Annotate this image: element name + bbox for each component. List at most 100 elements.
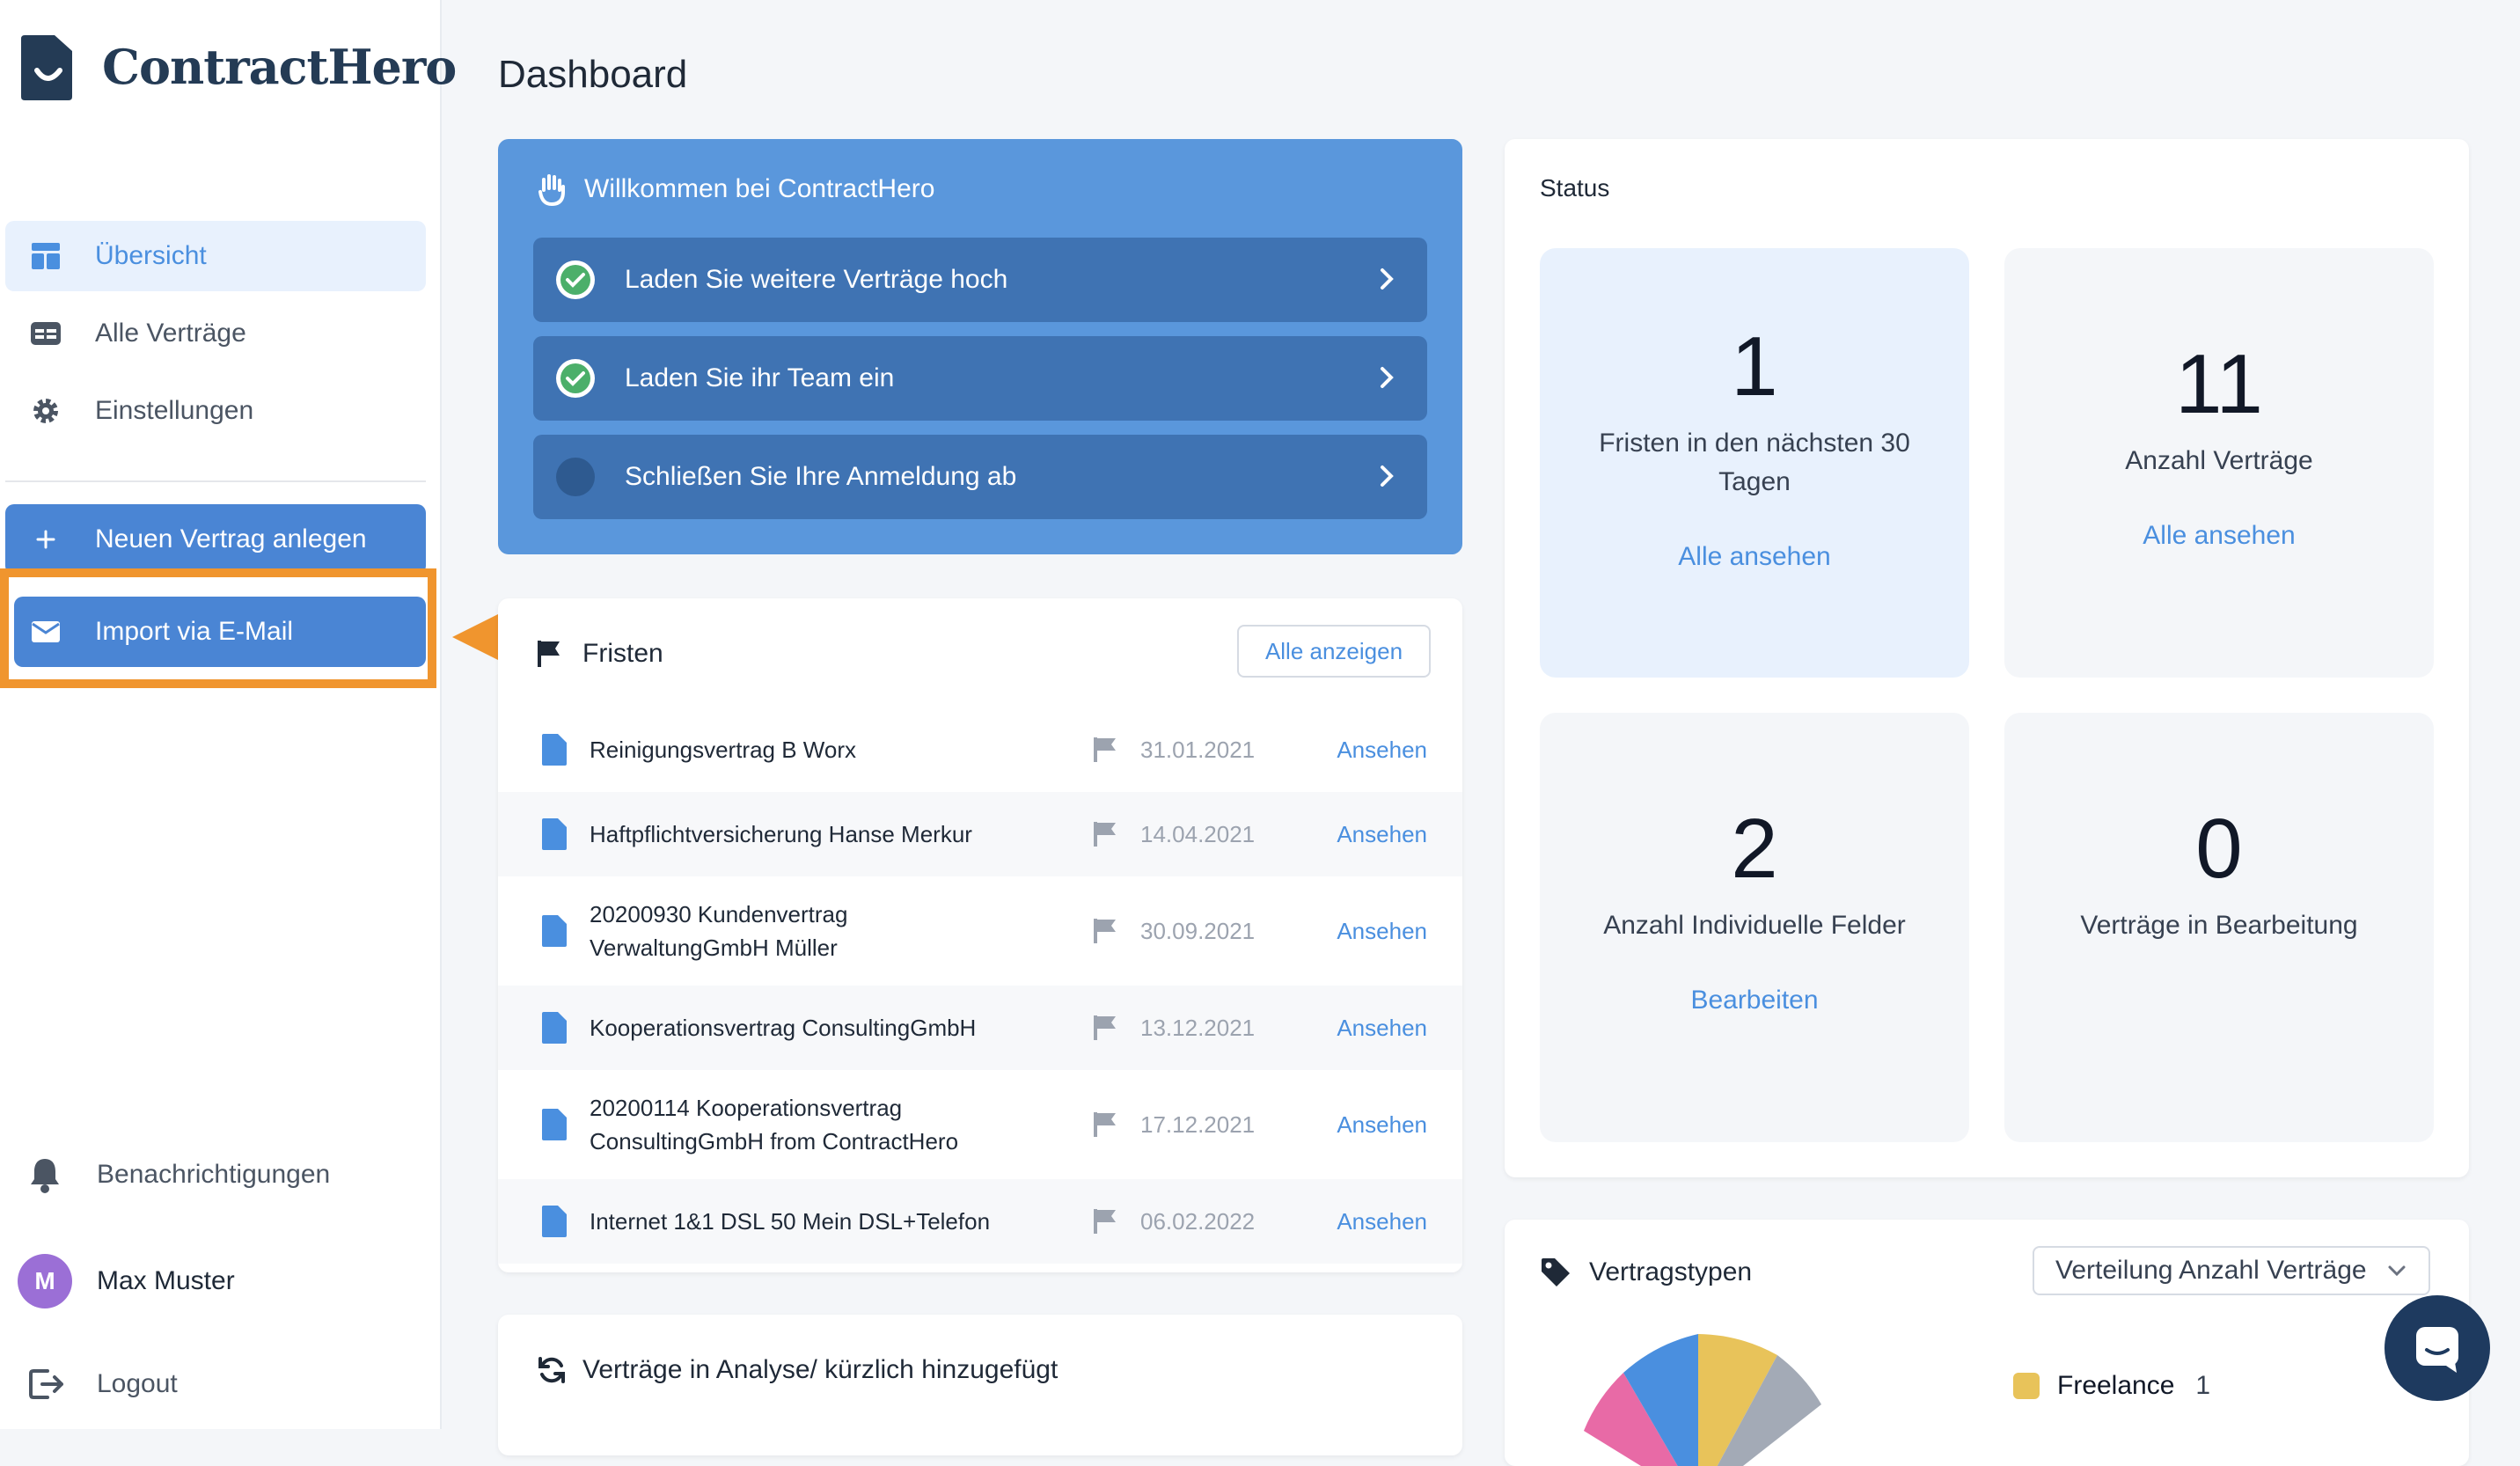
status-value: 11	[2175, 337, 2263, 431]
hand-wave-icon	[538, 174, 565, 206]
sidebar: ContractHero Übersicht Alle Verträge Ein…	[0, 0, 457, 1429]
task-label: Laden Sie ihr Team ein	[625, 363, 895, 392]
flag-icon	[1094, 822, 1116, 847]
notifications-link[interactable]: Benachrichtigungen	[28, 1156, 330, 1193]
analysis-title: Verträge in Analyse/ kürzlich hinzugefüg…	[582, 1355, 1059, 1384]
table-row[interactable]: Kooperationsvertrag ConsultingGmbH 13.12…	[498, 986, 1462, 1070]
flag-icon	[538, 641, 560, 667]
table-row[interactable]: Internet 1&1 DSL 50 Mein DSL+Telefon 06.…	[498, 1179, 1462, 1264]
page-title: Dashboard	[498, 53, 688, 96]
status-tile-contracts[interactable]: 11 Anzahl Verträge Alle ansehen	[2004, 248, 2434, 678]
task-finish-registration[interactable]: Schließen Sie Ihre Anmeldung ab	[533, 435, 1427, 519]
distribution-select[interactable]: Verteilung Anzahl Verträge	[2033, 1246, 2430, 1295]
check-circle-icon	[556, 359, 595, 398]
contract-types-pie-chart[interactable]	[1557, 1334, 1839, 1466]
welcome-title-text: Willkommen bei ContractHero	[584, 174, 935, 203]
logout-link[interactable]: Logout	[28, 1367, 178, 1401]
deadline-date: 31.01.2021	[1140, 736, 1256, 763]
view-all-link[interactable]: Alle ansehen	[2004, 521, 2434, 551]
sidebar-divider	[5, 480, 426, 482]
sidebar-item-label: Einstellungen	[95, 396, 254, 425]
contracts-list-icon	[28, 322, 63, 345]
contract-name-line1: 20200930 Kundenvertrag	[590, 901, 848, 927]
user-profile[interactable]: M Max Muster	[18, 1254, 235, 1308]
contract-types-header: Vertragstypen	[1540, 1257, 1752, 1288]
distribution-select-value: Verteilung Anzahl Verträge	[2055, 1256, 2367, 1285]
import-highlight-frame	[0, 568, 436, 688]
status-title: Status	[1540, 174, 1610, 202]
gear-icon	[28, 396, 63, 426]
chevron-right-icon	[1381, 465, 1394, 487]
document-icon	[542, 1206, 567, 1237]
table-row[interactable]: Reinigungsvertrag B Worx 31.01.2021 Anse…	[498, 707, 1462, 792]
legend-count: 1	[2195, 1371, 2211, 1400]
status-value: 2	[1731, 802, 1778, 896]
view-link[interactable]: Ansehen	[1337, 737, 1427, 764]
plus-icon	[28, 530, 63, 549]
contract-name: 20200930 Kundenvertrag VerwaltungGmbH Mül…	[590, 898, 847, 964]
view-link[interactable]: Ansehen	[1337, 1208, 1427, 1235]
contract-name: Haftpflichtversicherung Hanse Merkur	[590, 821, 972, 847]
analysis-card: Verträge in Analyse/ kürzlich hinzugefüg…	[498, 1315, 1462, 1455]
chat-launcher-button[interactable]	[2384, 1295, 2490, 1401]
view-link[interactable]: Ansehen	[1337, 1111, 1427, 1139]
sidebar-item-overview[interactable]: Übersicht	[5, 221, 426, 291]
logout-label: Logout	[97, 1369, 178, 1398]
new-contract-label: Neuen Vertrag anlegen	[95, 524, 367, 553]
deadline-date: 30.09.2021	[1140, 917, 1256, 944]
edit-link[interactable]: Bearbeiten	[1540, 986, 1969, 1015]
view-link[interactable]: Ansehen	[1337, 821, 1427, 848]
status-tile-deadlines[interactable]: 1 Fristen in den nächsten 30 Tagen Alle a…	[1540, 248, 1969, 678]
deadlines-header: Fristen	[537, 639, 663, 669]
status-tile-in-progress[interactable]: 0 Verträge in Bearbeitung	[2004, 713, 2434, 1142]
contract-name: Reinigungsvertrag B Worx	[590, 737, 856, 763]
flag-icon	[1094, 1112, 1116, 1137]
view-link[interactable]: Ansehen	[1337, 1015, 1427, 1042]
contract-types-title: Vertragstypen	[1589, 1257, 1753, 1286]
user-name: Max Muster	[97, 1266, 235, 1295]
deadline-date: 13.12.2021	[1140, 1014, 1256, 1041]
view-all-link[interactable]: Alle ansehen	[1540, 542, 1969, 572]
bell-icon	[31, 1159, 59, 1193]
document-icon	[542, 1109, 567, 1140]
document-icon	[542, 818, 567, 850]
welcome-title: Willkommen bei ContractHero	[537, 172, 934, 206]
task-upload-contracts[interactable]: Laden Sie weitere Verträge hoch	[533, 238, 1427, 322]
deadlines-title: Fristen	[582, 639, 663, 668]
flag-icon	[1094, 919, 1116, 943]
legend-label: Freelance	[2057, 1371, 2175, 1400]
chevron-down-icon	[2388, 1265, 2406, 1277]
contracthero-logo-icon	[21, 35, 72, 100]
contract-name-line2: VerwaltungGmbH Müller	[590, 935, 838, 961]
status-card: Status 1 Fristen in den nächsten 30 Tagen…	[1505, 139, 2469, 1177]
chat-icon	[2416, 1327, 2458, 1373]
document-icon	[542, 915, 567, 947]
table-row[interactable]: 20200930 Kundenvertrag VerwaltungGmbH Mül…	[498, 876, 1462, 986]
task-label: Laden Sie weitere Verträge hoch	[625, 265, 1008, 294]
tag-icon	[1542, 1258, 1570, 1286]
app-name: ContractHero	[102, 39, 457, 95]
status-tile-custom-fields[interactable]: 2 Anzahl Individuelle Felder Bearbeiten	[1540, 713, 1969, 1142]
task-invite-team[interactable]: Laden Sie ihr Team ein	[533, 336, 1427, 421]
logout-icon	[29, 1369, 63, 1399]
table-row[interactable]: 20200114 Kooperationsvertrag ConsultingGm…	[498, 1070, 1462, 1179]
new-contract-button[interactable]: Neuen Vertrag anlegen	[5, 504, 426, 575]
refresh-icon	[538, 1357, 565, 1383]
logo[interactable]: ContractHero	[19, 32, 457, 102]
flag-icon	[1094, 737, 1116, 762]
table-row[interactable]: Haftpflichtversicherung Hanse Merkur 14.…	[498, 792, 1462, 876]
status-value: 0	[2195, 802, 2243, 896]
flag-icon	[1094, 1209, 1116, 1234]
document-icon	[542, 1012, 567, 1044]
show-all-deadlines-button[interactable]: Alle anzeigen	[1237, 625, 1431, 678]
sidebar-item-settings[interactable]: Einstellungen	[5, 376, 426, 446]
status-label: Anzahl Verträge	[2125, 446, 2313, 475]
sidebar-item-all-contracts[interactable]: Alle Verträge	[5, 298, 426, 369]
contract-name-line1: 20200114 Kooperationsvertrag	[590, 1095, 903, 1121]
view-link[interactable]: Ansehen	[1337, 918, 1427, 945]
deadline-date: 06.02.2022	[1140, 1207, 1256, 1235]
flag-icon	[1094, 1015, 1116, 1040]
contract-name: Internet 1&1 DSL 50 Mein DSL+Telefon	[590, 1208, 991, 1235]
dashboard-icon	[28, 243, 63, 269]
notifications-label: Benachrichtigungen	[97, 1160, 331, 1189]
